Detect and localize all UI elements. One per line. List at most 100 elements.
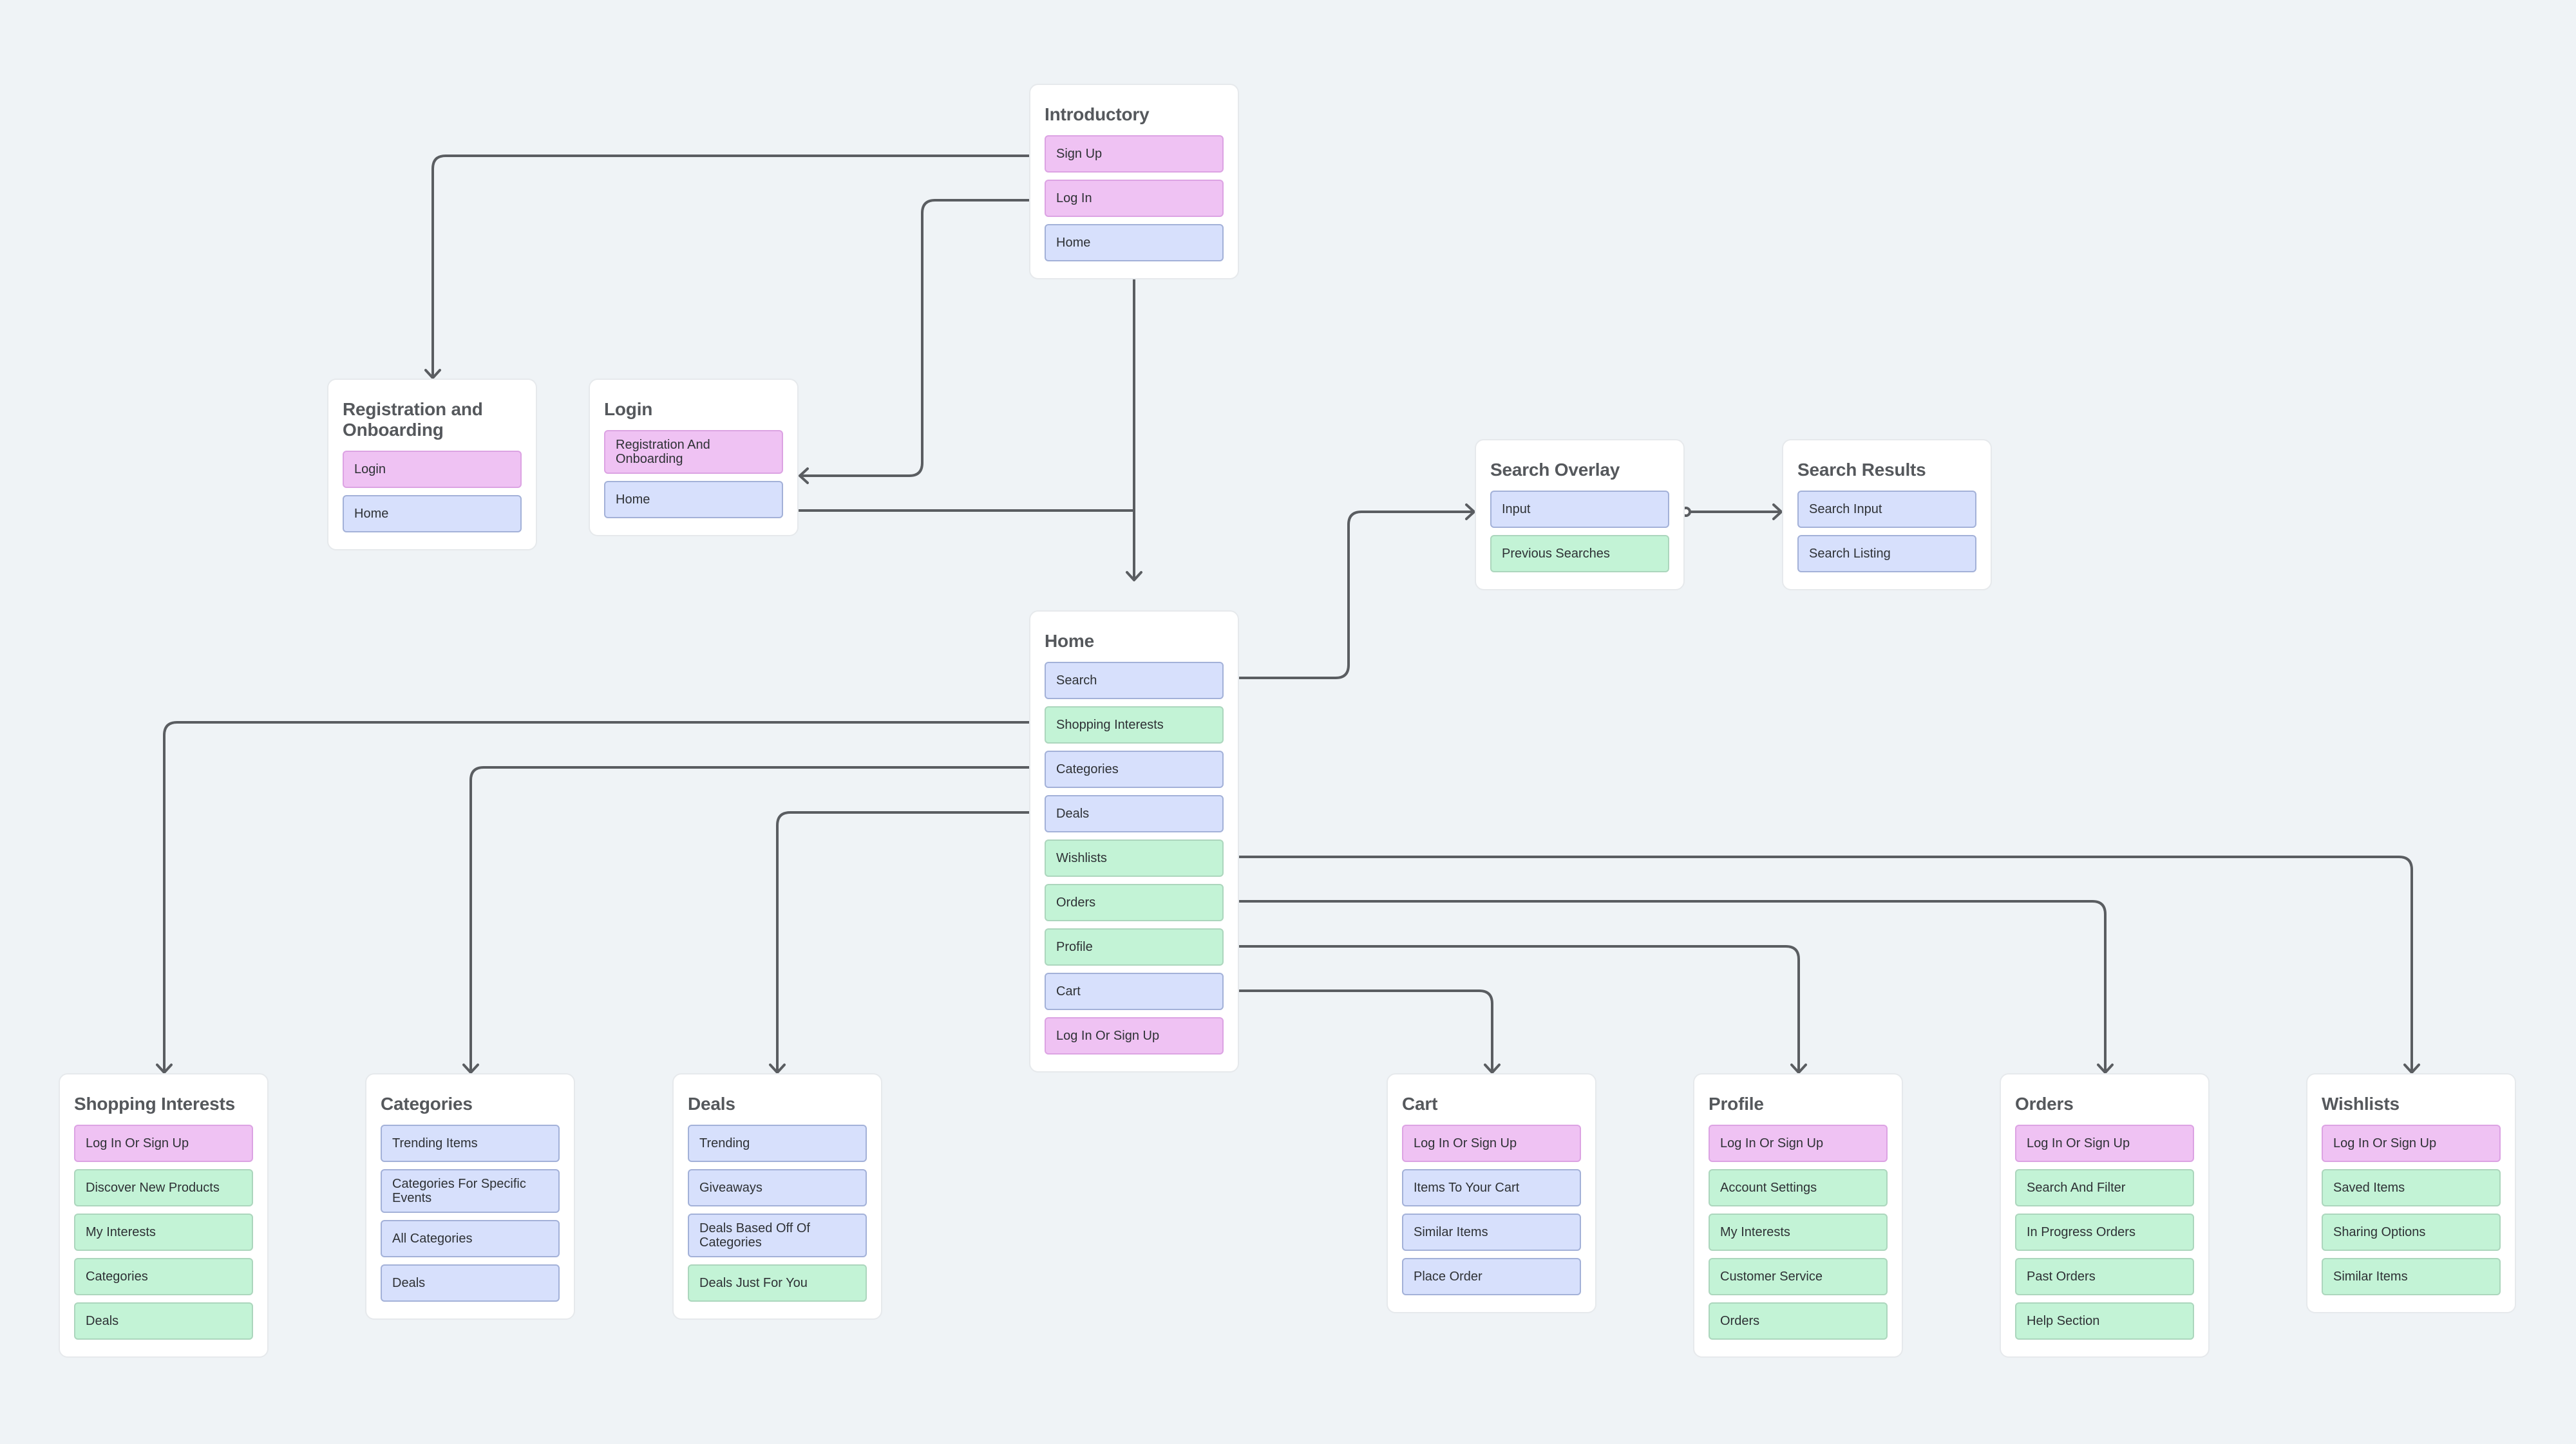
screen-item-log-in-or-sign-up[interactable]: Log In Or Sign Up	[2015, 1125, 2194, 1162]
screen-item-home[interactable]: Home	[604, 481, 783, 518]
item-list: Login Home	[343, 451, 522, 532]
card-cart: Cart Log In Or Sign Up Items To Your Cart…	[1387, 1073, 1596, 1313]
screen-item-help-section[interactable]: Help Section	[2015, 1302, 2194, 1340]
screen-item-deals[interactable]: Deals	[381, 1264, 560, 1302]
screen-item-items-to-your-cart[interactable]: Items To Your Cart	[1402, 1169, 1581, 1206]
screen-item-similar-items[interactable]: Similar Items	[1402, 1214, 1581, 1251]
card-title: Cart	[1402, 1094, 1438, 1114]
screen-item-place-order[interactable]: Place Order	[1402, 1258, 1581, 1295]
screen-item-search-and-filter[interactable]: Search And Filter	[2015, 1169, 2194, 1206]
screen-item-giveaways[interactable]: Giveaways	[688, 1169, 867, 1206]
screen-item-categories[interactable]: Categories	[74, 1258, 253, 1295]
screen-item-wishlists[interactable]: Wishlists	[1045, 839, 1224, 877]
screen-item-login[interactable]: Login	[343, 451, 522, 488]
card-title: Profile	[1709, 1094, 1764, 1114]
screen-item-log-in-or-sign-up[interactable]: Log In Or Sign Up	[1402, 1125, 1581, 1162]
item-list: Log In Or Sign Up Items To Your Cart Simil…	[1402, 1125, 1581, 1295]
screen-item-similar-items[interactable]: Similar Items	[2322, 1258, 2501, 1295]
card-deals: Deals Trending Giveaways Deals Based Off O…	[672, 1073, 882, 1320]
arrow-down-icon	[769, 1064, 786, 1074]
screen-item-deals-just-for-you[interactable]: Deals Just For You	[688, 1264, 867, 1302]
screen-item-orders[interactable]: Orders	[1709, 1302, 1888, 1340]
card-registration-and-onboarding: Registration and Onboarding Login Home	[327, 379, 537, 550]
screen-item-profile[interactable]: Profile	[1045, 928, 1224, 966]
screen-item-registration-and-onboarding[interactable]: Registration And Onboarding	[604, 430, 783, 474]
card-title: Introductory	[1045, 104, 1150, 124]
screen-item-trending-items[interactable]: Trending Items	[381, 1125, 560, 1162]
screen-item-log-in-or-sign-up[interactable]: Log In Or Sign Up	[1709, 1125, 1888, 1162]
card-title: Deals	[688, 1094, 735, 1114]
card-title: Search Overlay	[1490, 460, 1620, 480]
screen-item-all-categories[interactable]: All Categories	[381, 1220, 560, 1257]
screen-item-orders[interactable]: Orders	[1045, 884, 1224, 921]
arrow-down-icon	[1126, 571, 1142, 581]
arrow-right-icon	[1772, 503, 1783, 520]
connector-home-to-cart	[1223, 989, 1493, 1073]
card-title: Wishlists	[2322, 1094, 2400, 1114]
card-search-overlay: Search Overlay Input Previous Searches	[1475, 439, 1685, 590]
screen-item-input[interactable]: Input	[1490, 491, 1669, 528]
screen-item-deals[interactable]: Deals	[1045, 795, 1224, 832]
screen-item-discover-new-products[interactable]: Discover New Products	[74, 1169, 253, 1206]
card-search-results: Search Results Search Input Search Listin…	[1782, 439, 1992, 590]
item-list: Log In Or Sign Up Discover New Products My…	[74, 1125, 253, 1340]
screen-item-search[interactable]: Search	[1045, 662, 1224, 699]
item-list: Trending Giveaways Deals Based Off Of Cate…	[688, 1125, 867, 1302]
screen-item-my-interests[interactable]: My Interests	[1709, 1214, 1888, 1251]
card-title: Categories	[381, 1094, 473, 1114]
card-login: Login Registration And Onboarding Home	[589, 379, 799, 536]
screen-item-categories[interactable]: Categories	[1045, 751, 1224, 788]
screen-item-categories-for-specific-events[interactable]: Categories For Specific Events	[381, 1169, 560, 1213]
connector-home-to-orders	[1223, 900, 2107, 1073]
card-home: Home Search Shopping Interests Categories D…	[1029, 610, 1239, 1073]
screen-item-past-orders[interactable]: Past Orders	[2015, 1258, 2194, 1295]
connector-signup-to-registration	[431, 155, 1046, 379]
screen-item-shopping-interests[interactable]: Shopping Interests	[1045, 706, 1224, 744]
screen-item-account-settings[interactable]: Account Settings	[1709, 1169, 1888, 1206]
arrow-right-icon	[1465, 503, 1475, 520]
screen-item-home[interactable]: Home	[1045, 224, 1224, 261]
item-list: Log In Or Sign Up Saved Items Sharing Opti…	[2322, 1125, 2501, 1295]
card-profile: Profile Log In Or Sign Up Account Setting…	[1693, 1073, 1903, 1358]
connector-home-to-categories	[469, 766, 1046, 1073]
screen-item-in-progress-orders[interactable]: In Progress Orders	[2015, 1214, 2194, 1251]
arrow-down-icon	[2403, 1064, 2420, 1074]
connector-home-to-wishlists	[1223, 856, 2413, 1073]
arrow-down-icon	[1790, 1064, 1807, 1074]
screen-item-log-in-or-sign-up[interactable]: Log In Or Sign Up	[2322, 1125, 2501, 1162]
screen-item-search-input[interactable]: Search Input	[1797, 491, 1976, 528]
screen-item-log-in[interactable]: Log In	[1045, 180, 1224, 217]
card-wishlists: Wishlists Log In Or Sign Up Saved Items Sh…	[2306, 1073, 2516, 1313]
arrow-left-icon	[799, 467, 809, 484]
screen-item-cart[interactable]: Cart	[1045, 973, 1224, 1010]
arrow-down-icon	[1484, 1064, 1501, 1074]
screen-item-log-in-or-sign-up[interactable]: Log In Or Sign Up	[1045, 1017, 1224, 1055]
screen-item-deals[interactable]: Deals	[74, 1302, 253, 1340]
screen-item-trending[interactable]: Trending	[688, 1125, 867, 1162]
screen-item-saved-items[interactable]: Saved Items	[2322, 1169, 2501, 1206]
screen-item-deals-based-off-of-categories[interactable]: Deals Based Off Of Categories	[688, 1214, 867, 1257]
screen-item-search-listing[interactable]: Search Listing	[1797, 535, 1976, 572]
item-list: Search Shopping Interests Categories Deals W…	[1045, 662, 1224, 1055]
screen-item-log-in-or-sign-up[interactable]: Log In Or Sign Up	[74, 1125, 253, 1162]
card-title: Home	[1045, 631, 1094, 651]
connector-login-to-login	[799, 199, 1046, 477]
card-title: Orders	[2015, 1094, 2074, 1114]
card-shopping-interests: Shopping Interests Log In Or Sign Up Disc…	[59, 1073, 269, 1358]
connector-home-to-profile	[1223, 945, 1800, 1073]
connector-home-to-shopping-interests	[163, 721, 1046, 1073]
card-categories: Categories Trending Items Categories For …	[365, 1073, 575, 1320]
item-list: Log In Or Sign Up Account Settings My Inte…	[1709, 1125, 1888, 1340]
arrow-down-icon	[462, 1064, 479, 1074]
screen-item-customer-service[interactable]: Customer Service	[1709, 1258, 1888, 1295]
screen-item-sign-up[interactable]: Sign Up	[1045, 135, 1224, 173]
item-list: Input Previous Searches	[1490, 491, 1669, 572]
card-introductory: Introductory Sign Up Log In Home	[1029, 84, 1239, 279]
screen-item-sharing-options[interactable]: Sharing Options	[2322, 1214, 2501, 1251]
card-title: Search Results	[1797, 460, 1926, 480]
card-title: Shopping Interests	[74, 1094, 235, 1114]
screen-item-previous-searches[interactable]: Previous Searches	[1490, 535, 1669, 572]
screen-item-my-interests[interactable]: My Interests	[74, 1214, 253, 1251]
arrow-down-icon	[424, 369, 441, 379]
screen-item-home[interactable]: Home	[343, 495, 522, 532]
